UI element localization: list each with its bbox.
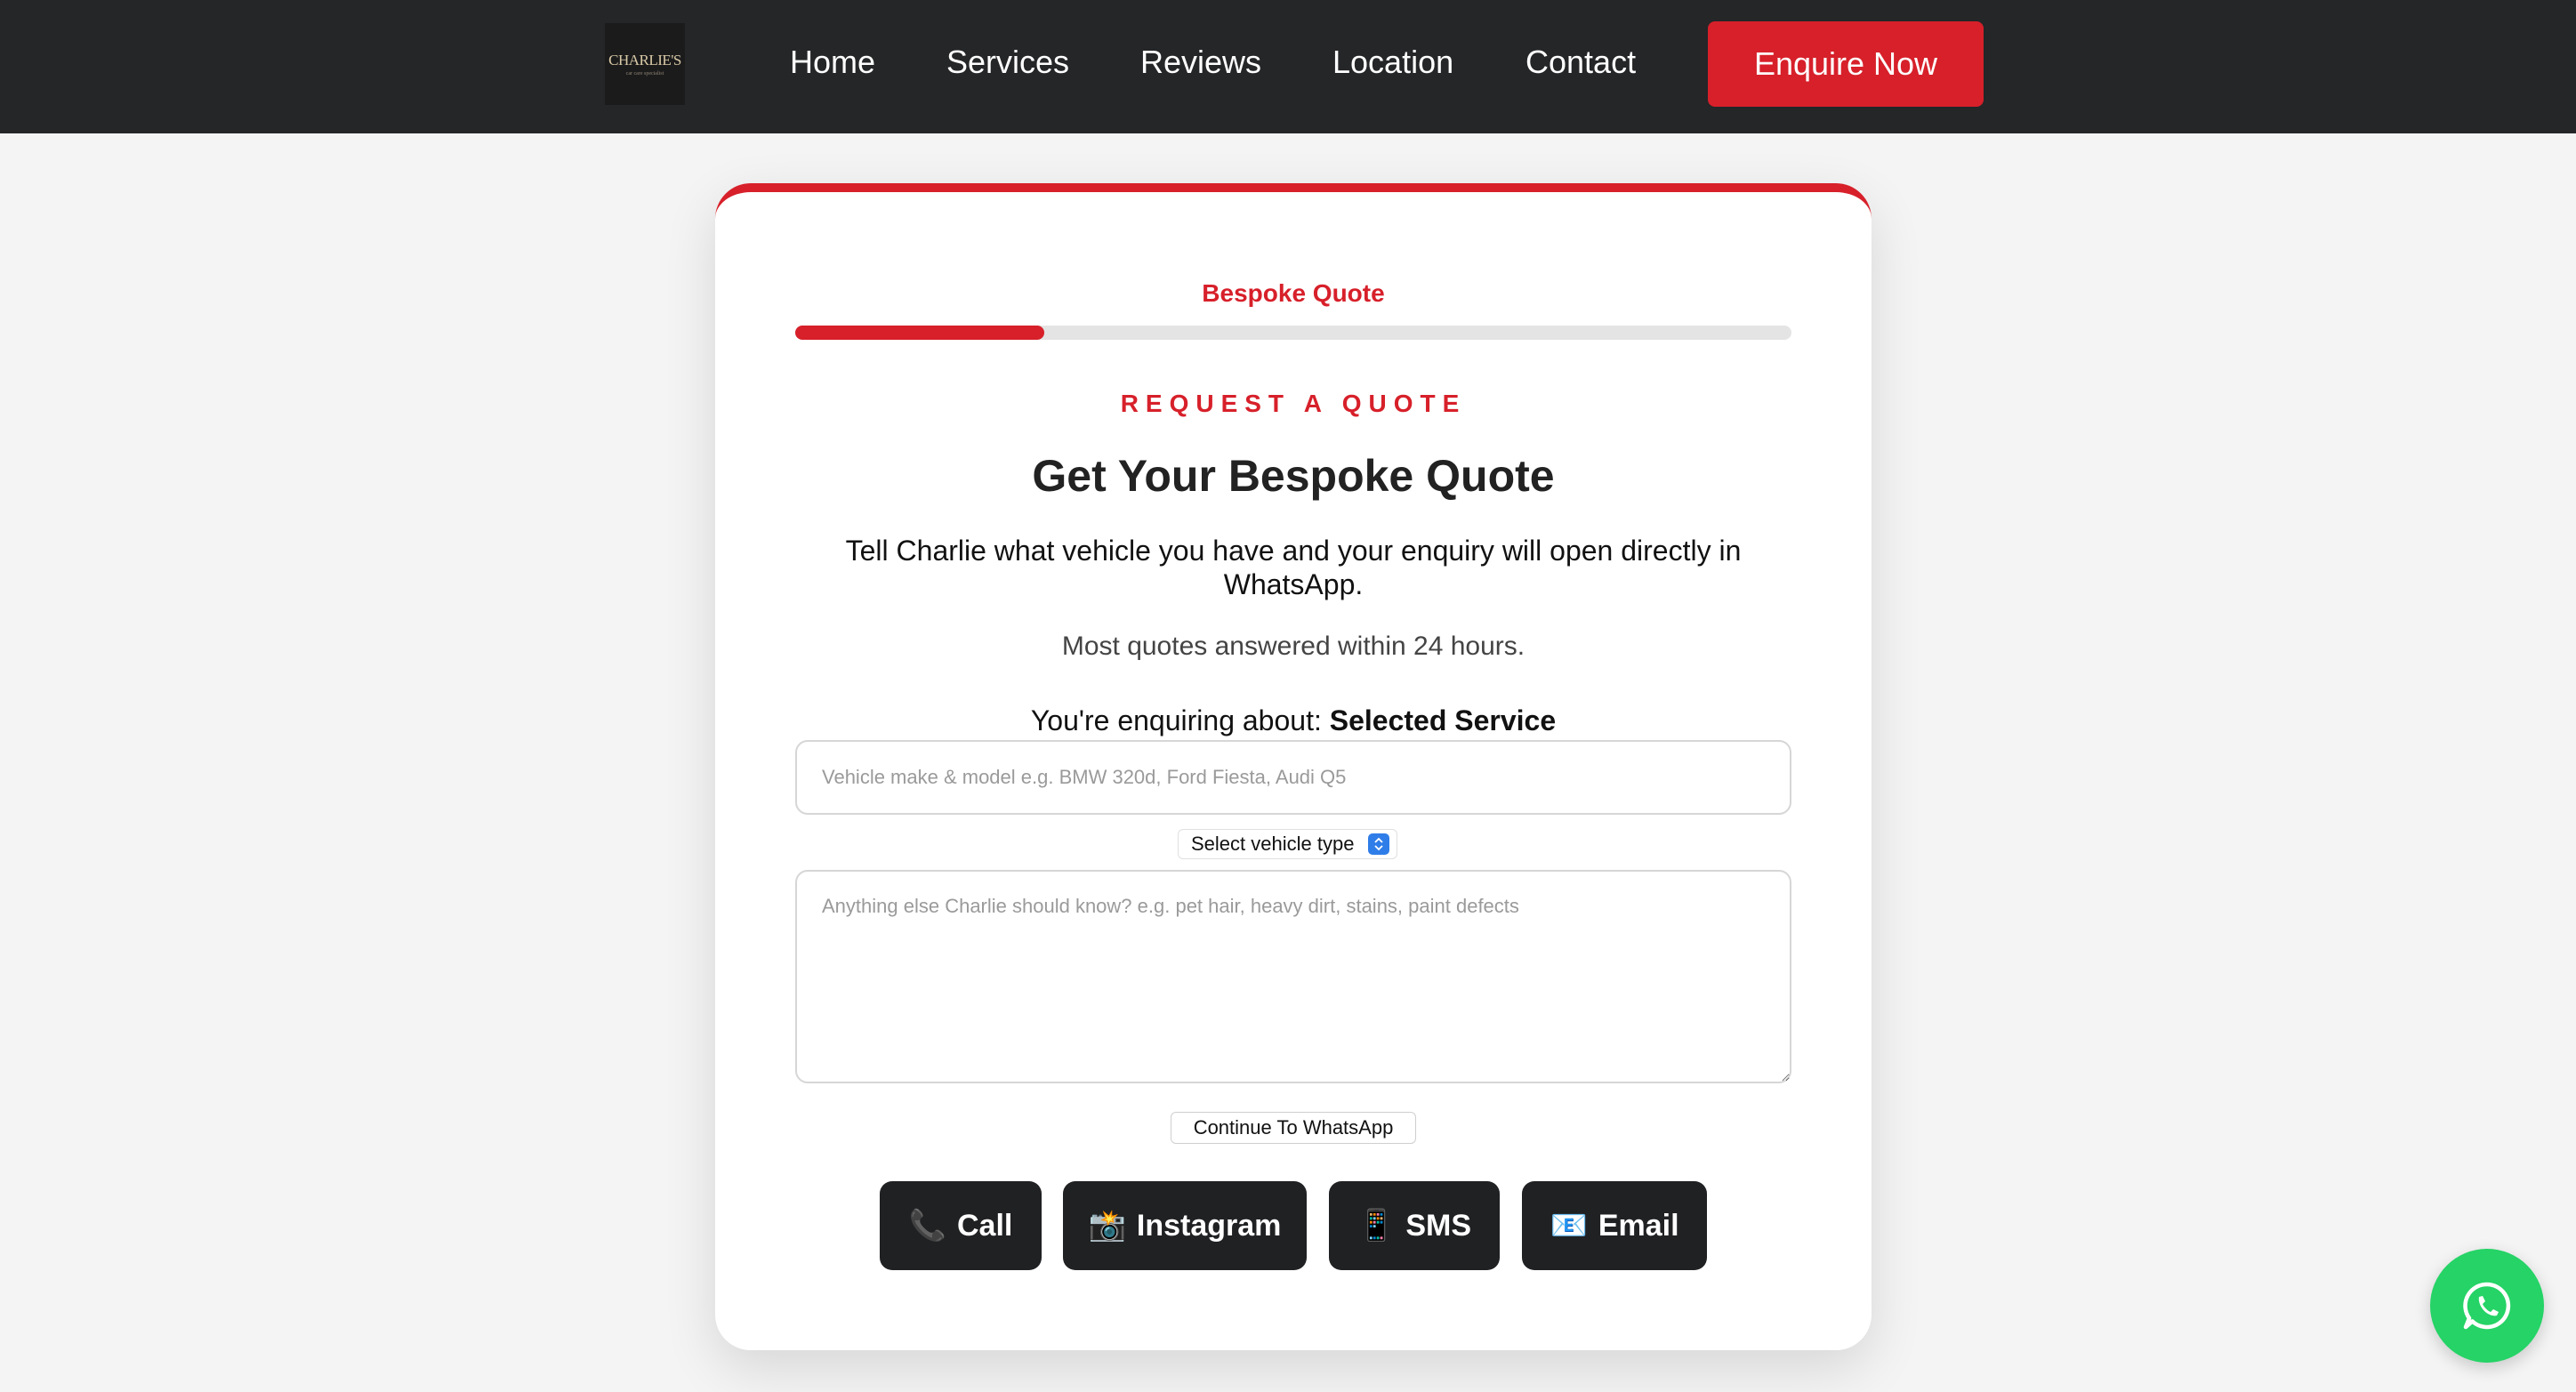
- page-title: Get Your Bespoke Quote: [1032, 451, 1555, 501]
- continue-to-whatsapp-button[interactable]: Continue To WhatsApp: [1171, 1112, 1416, 1144]
- nav-link-contact[interactable]: Contact: [1525, 41, 1636, 84]
- nav-link-reviews[interactable]: Reviews: [1140, 41, 1261, 84]
- progress-bar: [795, 326, 1791, 340]
- logo-subtext: car care specialist: [625, 71, 664, 76]
- whatsapp-icon: [2463, 1282, 2511, 1330]
- phone-icon: 📞: [908, 1209, 946, 1243]
- mobile-phone-icon: 📱: [1356, 1209, 1396, 1243]
- enquiring-prefix: You're enquiring about:: [1030, 704, 1330, 736]
- instagram-button[interactable]: 📸 Instagram: [1063, 1181, 1307, 1270]
- sms-button-label: SMS: [1405, 1208, 1472, 1243]
- vehicle-make-model-input[interactable]: [795, 740, 1791, 815]
- instagram-button-label: Instagram: [1136, 1208, 1282, 1243]
- camera-icon: 📸: [1088, 1209, 1126, 1243]
- step-label: Bespoke Quote: [1202, 279, 1385, 307]
- email-button[interactable]: 📧 Email: [1522, 1181, 1707, 1270]
- logo-text: CHARLIE'S: [608, 52, 681, 68]
- vehicle-type-selected-value: Select vehicle type: [1191, 833, 1355, 855]
- selected-service-name: Selected Service: [1329, 704, 1557, 736]
- top-navbar: CHARLIE'S car care specialist Home Servi…: [0, 0, 2576, 133]
- select-chevron-icon: [1368, 833, 1390, 855]
- nav-link-home[interactable]: Home: [790, 41, 875, 84]
- additional-notes-textarea[interactable]: [795, 870, 1791, 1083]
- call-button-label: Call: [956, 1208, 1013, 1243]
- progress-bar-fill: [795, 326, 1044, 340]
- sms-button[interactable]: 📱 SMS: [1329, 1181, 1500, 1270]
- vehicle-type-select[interactable]: Select vehicle type: [1178, 829, 1398, 859]
- enquire-now-button[interactable]: Enquire Now: [1708, 21, 1984, 107]
- email-icon: 📧: [1550, 1209, 1588, 1243]
- brand-logo[interactable]: CHARLIE'S car care specialist: [605, 23, 685, 105]
- email-button-label: Email: [1598, 1208, 1679, 1243]
- response-time-note: Most quotes answered within 24 hours.: [1061, 632, 1525, 661]
- nav-link-services[interactable]: Services: [946, 41, 1069, 84]
- enquiring-about-text: You're enquiring about: Selected Service: [715, 704, 1872, 737]
- quote-card: Bespoke Quote REQUEST A QUOTE Get Your B…: [715, 183, 1872, 1350]
- call-button[interactable]: 📞 Call: [880, 1181, 1042, 1270]
- section-eyebrow: REQUEST A QUOTE: [1120, 390, 1467, 417]
- form-description: Tell Charlie what vehicle you have and y…: [845, 535, 1742, 600]
- nav-link-location[interactable]: Location: [1332, 41, 1453, 84]
- whatsapp-floating-button[interactable]: [2430, 1249, 2544, 1363]
